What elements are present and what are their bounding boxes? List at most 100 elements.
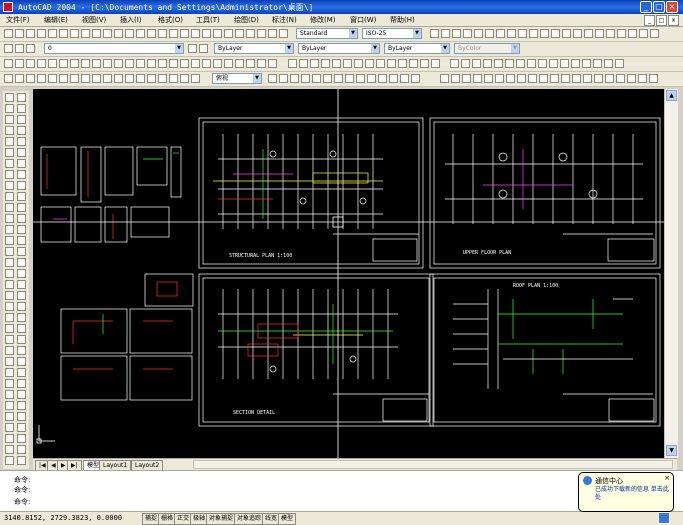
- toolbar-button[interactable]: [310, 59, 319, 68]
- draw-tool-button[interactable]: [5, 390, 14, 399]
- command-prompt[interactable]: 命令:: [14, 497, 30, 507]
- toolbar-button[interactable]: [147, 59, 156, 68]
- toolbar-button[interactable]: [354, 59, 363, 68]
- draw-tool-button[interactable]: [5, 291, 14, 300]
- toolbar-button[interactable]: [615, 59, 624, 68]
- toolbar-button[interactable]: [440, 74, 449, 83]
- toolbar-button[interactable]: [387, 59, 396, 68]
- toolbar-button[interactable]: [213, 29, 222, 38]
- toolbar-button[interactable]: [483, 59, 492, 68]
- toolbar-button[interactable]: [505, 59, 514, 68]
- toolbar-button[interactable]: [594, 74, 603, 83]
- draw-tool-button[interactable]: [5, 225, 14, 234]
- draw-tool-button[interactable]: [5, 346, 14, 355]
- toolbar-button[interactable]: [48, 59, 57, 68]
- draw-tool-button[interactable]: [5, 313, 14, 322]
- toolbar-button[interactable]: [279, 29, 288, 38]
- toolbar-button[interactable]: [604, 59, 613, 68]
- toolbar-button[interactable]: [389, 74, 398, 83]
- toolbar-button[interactable]: [517, 74, 526, 83]
- toolbar-button[interactable]: [290, 74, 299, 83]
- toolbar-button[interactable]: [323, 74, 332, 83]
- scroll-up-icon[interactable]: ▲: [666, 90, 677, 101]
- toolbar-button[interactable]: [639, 29, 648, 38]
- draw-tool-button[interactable]: [17, 236, 26, 245]
- draw-tool-button[interactable]: [5, 137, 14, 146]
- draw-tool-button[interactable]: [5, 192, 14, 201]
- toolbar-button[interactable]: [81, 59, 90, 68]
- toolbar-button[interactable]: [376, 59, 385, 68]
- toolbar-button[interactable]: [616, 74, 625, 83]
- toolbar-button[interactable]: [81, 29, 90, 38]
- toolbar-button[interactable]: [37, 74, 46, 83]
- toolbar-button[interactable]: [188, 44, 197, 53]
- model-toggle[interactable]: 模型: [278, 513, 297, 525]
- toolbar-button[interactable]: [158, 59, 167, 68]
- toolbar-button[interactable]: [158, 74, 167, 83]
- toolbar-button[interactable]: [400, 74, 409, 83]
- toolbar-button[interactable]: [650, 29, 659, 38]
- menu-format[interactable]: 格式(O): [158, 15, 183, 25]
- draw-tool-button[interactable]: [17, 302, 26, 311]
- close-icon[interactable]: ×: [664, 474, 670, 482]
- toolbar-button[interactable]: [582, 59, 591, 68]
- draw-tool-button[interactable]: [5, 401, 14, 410]
- horizontal-scrollbar[interactable]: [193, 460, 673, 469]
- toolbar-button[interactable]: [257, 59, 266, 68]
- draw-tool-button[interactable]: [5, 434, 14, 443]
- toolbar-button[interactable]: [4, 44, 13, 53]
- vertical-scrollbar[interactable]: ▲ ▼: [664, 89, 678, 458]
- toolbar-button[interactable]: [529, 29, 538, 38]
- toolbar-button[interactable]: [103, 59, 112, 68]
- toolbar-button[interactable]: [312, 74, 321, 83]
- toolbar-button[interactable]: [136, 74, 145, 83]
- menu-view[interactable]: 视图(V): [82, 15, 106, 25]
- toolbar-button[interactable]: [191, 74, 200, 83]
- toolbar-button[interactable]: [4, 74, 13, 83]
- toolbar-button[interactable]: [463, 29, 472, 38]
- draw-tool-button[interactable]: [5, 181, 14, 190]
- draw-tool-button[interactable]: [5, 445, 14, 454]
- toolbar-button[interactable]: [4, 59, 13, 68]
- toolbar-button[interactable]: [496, 29, 505, 38]
- mdi-close-button[interactable]: ×: [668, 15, 679, 26]
- toolbar-button[interactable]: [15, 74, 24, 83]
- toolbar-button[interactable]: [288, 59, 297, 68]
- toolbar-button[interactable]: [191, 59, 200, 68]
- toolbar-button[interactable]: [268, 59, 277, 68]
- toolbar-button[interactable]: [257, 29, 266, 38]
- toolbar-button[interactable]: [627, 74, 636, 83]
- toolbar-button[interactable]: [191, 29, 200, 38]
- mdi-restore-button[interactable]: □: [656, 15, 667, 26]
- toolbar-button[interactable]: [365, 59, 374, 68]
- toolbar-button[interactable]: [527, 59, 536, 68]
- toolbar-button[interactable]: [92, 29, 101, 38]
- draw-tool-button[interactable]: [17, 258, 26, 267]
- toolbar-button[interactable]: [638, 74, 647, 83]
- layer-combo[interactable]: 0 ▼: [44, 43, 184, 54]
- toolbar-button[interactable]: [560, 59, 569, 68]
- draw-tool-button[interactable]: [5, 126, 14, 135]
- toolbar-button[interactable]: [332, 59, 341, 68]
- toolbar-button[interactable]: [37, 29, 46, 38]
- toolbar-button[interactable]: [180, 59, 189, 68]
- draw-tool-button[interactable]: [17, 225, 26, 234]
- drawing-area[interactable]: STRUCTURAL PLAN 1:100 UPPER FLOOR PLAN S…: [33, 89, 664, 458]
- toolbar-button[interactable]: [450, 59, 459, 68]
- toolbar-button[interactable]: [378, 74, 387, 83]
- draw-tool-button[interactable]: [5, 335, 14, 344]
- toolbar-button[interactable]: [538, 59, 547, 68]
- toolbar-button[interactable]: [485, 29, 494, 38]
- osnap-toggle[interactable]: 对象捕捉: [206, 513, 237, 525]
- toolbar-button[interactable]: [158, 29, 167, 38]
- toolbar-button[interactable]: [495, 74, 504, 83]
- toolbar-button[interactable]: [345, 74, 354, 83]
- draw-tool-button[interactable]: [5, 247, 14, 256]
- toolbar-button[interactable]: [4, 29, 13, 38]
- draw-tool-button[interactable]: [17, 379, 26, 388]
- toolbar-button[interactable]: [15, 29, 24, 38]
- menu-insert[interactable]: 插入(I): [120, 15, 142, 25]
- toolbar-button[interactable]: [484, 74, 493, 83]
- menu-modify[interactable]: 修改(M): [310, 15, 336, 25]
- toolbar-button[interactable]: [430, 29, 439, 38]
